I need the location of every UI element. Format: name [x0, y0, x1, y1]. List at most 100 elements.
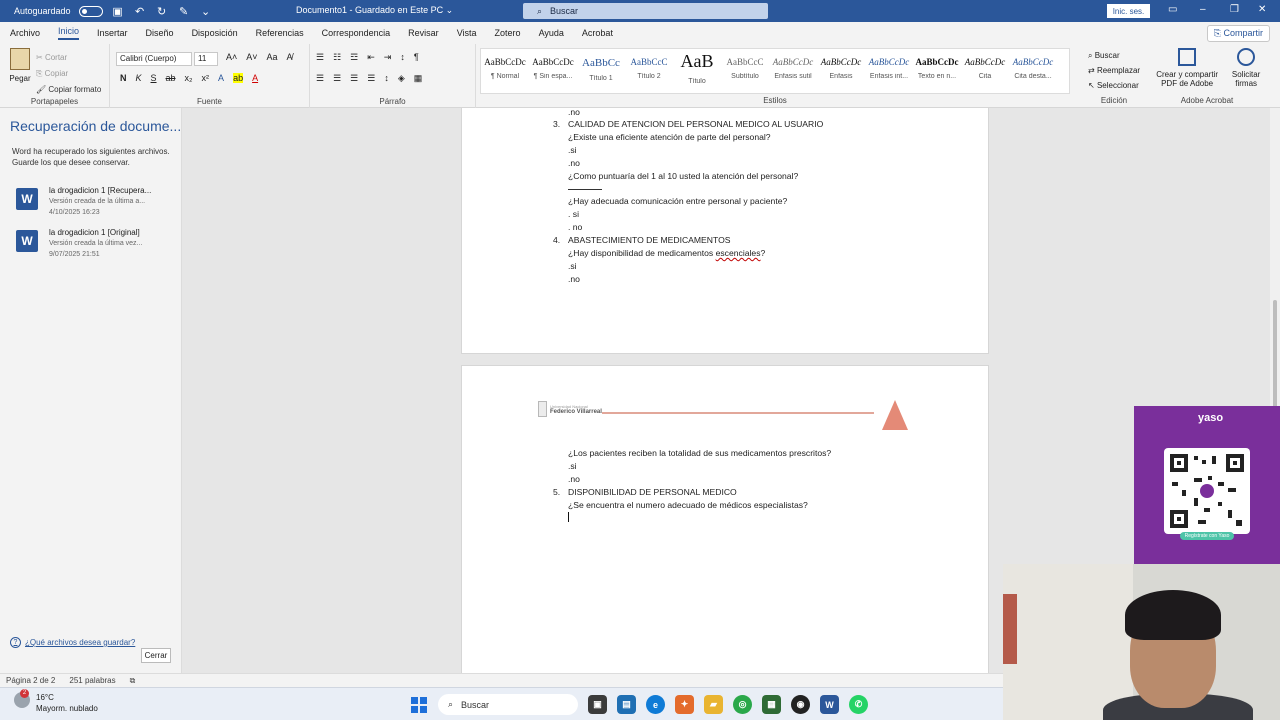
- style-strong[interactable]: AaBbCcDc Texto en n...: [913, 49, 961, 93]
- shading-icon[interactable]: ◈: [398, 73, 405, 84]
- multilevel-list-icon[interactable]: ☲: [350, 52, 358, 63]
- sort-icon[interactable]: ↕: [400, 52, 405, 63]
- decrease-indent-icon[interactable]: ⇤: [367, 52, 375, 63]
- proofing-icon[interactable]: ⧉: [130, 676, 136, 686]
- borders-icon[interactable]: ▦: [414, 73, 423, 84]
- ribbon-display-icon[interactable]: ▭: [1168, 4, 1177, 15]
- whatsapp-icon[interactable]: ✆: [849, 695, 868, 714]
- sign-in-button[interactable]: Inic. ses.: [1107, 4, 1150, 18]
- strikethrough-icon[interactable]: ab: [166, 73, 176, 83]
- tab-correspondencia[interactable]: Correspondencia: [322, 28, 391, 38]
- tab-zotero[interactable]: Zotero: [495, 28, 521, 38]
- document-title[interactable]: Documento1 - Guardado en Este PC ⌄: [296, 5, 453, 16]
- doc-heading[interactable]: ABASTECIMIENTO DE MEDICAMENTOS: [568, 235, 731, 245]
- style-normal[interactable]: AaBbCcDc ¶ Normal: [481, 49, 529, 93]
- clear-format-icon[interactable]: A̸: [287, 52, 293, 62]
- grow-font-icon[interactable]: A˄: [226, 52, 237, 62]
- obs-icon[interactable]: ◉: [791, 695, 810, 714]
- italic-icon[interactable]: K: [136, 73, 142, 83]
- doc-option[interactable]: .si: [568, 145, 577, 155]
- recovery-help-link[interactable]: ? ¿Qué archivos desea guardar?: [10, 637, 135, 648]
- doc-question[interactable]: ¿Hay adecuada comunicación entre persona…: [568, 196, 787, 206]
- document-page[interactable]: .no 3. CALIDAD DE ATENCION DEL PERSONAL …: [461, 108, 989, 354]
- taskbar-search[interactable]: ⌕ Buscar: [438, 694, 578, 715]
- font-name-select[interactable]: Calibri (Cuerpo): [116, 52, 192, 66]
- doc-option[interactable]: .si: [568, 461, 577, 471]
- doc-question[interactable]: ¿Hay disponibilidad de medicamentos esce…: [568, 248, 765, 258]
- doc-option[interactable]: . no: [568, 222, 582, 232]
- restore-icon[interactable]: ❐: [1230, 4, 1239, 15]
- style-emphasis[interactable]: AaBbCcDc Énfasis: [817, 49, 865, 93]
- style-quote[interactable]: AaBbCcDc Cita: [961, 49, 1009, 93]
- tab-disposicion[interactable]: Disposición: [192, 28, 238, 38]
- close-icon[interactable]: ✕: [1258, 4, 1266, 15]
- title-search-box[interactable]: ⌕ Buscar: [523, 3, 768, 19]
- shrink-font-icon[interactable]: A˅: [246, 52, 257, 62]
- start-button[interactable]: [411, 697, 427, 713]
- tab-vista[interactable]: Vista: [457, 28, 477, 38]
- request-signatures-button[interactable]: Solicitar firmas: [1230, 48, 1262, 88]
- align-center-icon[interactable]: ☰: [333, 73, 341, 84]
- edge-icon[interactable]: e: [646, 695, 665, 714]
- doc-question[interactable]: ¿Existe una eficiente atención de parte …: [568, 132, 771, 142]
- doc-question[interactable]: ¿Como puntuaría del 1 al 10 usted la ate…: [568, 171, 798, 181]
- doc-heading[interactable]: DISPONIBILIDAD DE PERSONAL MEDICO: [568, 487, 737, 497]
- word-count[interactable]: 251 palabras: [69, 676, 115, 685]
- increase-indent-icon[interactable]: ⇥: [384, 52, 392, 63]
- share-button[interactable]: ⎘ Compartir: [1206, 25, 1270, 42]
- change-case-icon[interactable]: Aa: [267, 52, 278, 62]
- style-heading-2[interactable]: AaBbCcC Título 2: [625, 49, 673, 93]
- superscript-icon[interactable]: x²: [202, 73, 210, 83]
- align-left-icon[interactable]: ☰: [316, 73, 324, 84]
- numbering-icon[interactable]: ☷: [333, 52, 341, 63]
- style-title[interactable]: AaB Título: [673, 49, 721, 93]
- font-size-select[interactable]: 11: [194, 52, 218, 66]
- align-right-icon[interactable]: ☰: [350, 73, 358, 84]
- subscript-icon[interactable]: x₂: [185, 73, 193, 83]
- cut-button[interactable]: ✂ Cortar: [36, 50, 101, 66]
- tab-inicio[interactable]: Inicio: [58, 26, 80, 40]
- style-no-spacing[interactable]: AaBbCcDc ¶ Sin espa...: [529, 49, 577, 93]
- style-intense-emphasis[interactable]: AaBbCcDc Énfasis int...: [865, 49, 913, 93]
- doc-heading[interactable]: CALIDAD DE ATENCION DEL PERSONAL MEDICO …: [568, 119, 823, 129]
- paste-button[interactable]: Pegar: [8, 48, 32, 83]
- customize-qat-icon[interactable]: ⌄: [199, 5, 213, 18]
- highlight-icon[interactable]: ab: [233, 73, 244, 83]
- bold-icon[interactable]: N: [120, 73, 127, 83]
- recovery-close-button[interactable]: Cerrar: [141, 648, 171, 663]
- redo-icon[interactable]: ↻: [155, 5, 169, 18]
- weather-widget[interactable]: 2 16°C Mayorm. nublado: [14, 689, 98, 714]
- doc-option[interactable]: .no: [568, 158, 580, 168]
- undo-icon[interactable]: ↶: [133, 5, 147, 18]
- style-subtitle[interactable]: AaBbCcC Subtítulo: [721, 49, 769, 93]
- copilot-icon[interactable]: ✦: [675, 695, 694, 714]
- pilcrow-icon[interactable]: ¶: [414, 52, 419, 63]
- create-pdf-button[interactable]: Crear y compartir PDF de Adobe: [1152, 48, 1222, 88]
- recovered-file-item[interactable]: W la drogadicion 1 [Recupera... Versión …: [16, 186, 176, 220]
- style-intense-quote[interactable]: AaBbCcDc Cita desta...: [1009, 49, 1057, 93]
- bullets-icon[interactable]: ☰: [316, 52, 324, 63]
- minimize-icon[interactable]: –: [1200, 4, 1206, 15]
- style-subtle-emphasis[interactable]: AaBbCcDc Énfasis sutil: [769, 49, 817, 93]
- style-heading-1[interactable]: AaBbCc Título 1: [577, 49, 625, 93]
- recovered-file-item[interactable]: W la drogadicion 1 [Original] Versión cr…: [16, 228, 176, 262]
- doc-option[interactable]: .no: [568, 474, 580, 484]
- misspelled-word[interactable]: escenciales: [716, 248, 761, 258]
- tab-insertar[interactable]: Insertar: [97, 28, 128, 38]
- draw-icon[interactable]: ✎: [177, 5, 191, 18]
- text-effects-icon[interactable]: A: [218, 73, 224, 83]
- select-button[interactable]: ↖ Seleccionar: [1088, 78, 1140, 93]
- doc-option[interactable]: .si: [568, 261, 577, 271]
- minecraft-icon[interactable]: ▦: [762, 695, 781, 714]
- copy-button[interactable]: ⎘ Copiar: [36, 66, 101, 82]
- line-spacing-icon[interactable]: ↕: [384, 73, 389, 84]
- page-count[interactable]: Página 2 de 2: [6, 676, 55, 685]
- document-page[interactable]: Universidad Nacional Federico Villarreal…: [461, 365, 989, 673]
- tab-referencias[interactable]: Referencias: [256, 28, 304, 38]
- file-explorer-icon[interactable]: ▰: [704, 695, 723, 714]
- chrome-icon[interactable]: ◎: [733, 695, 752, 714]
- tab-diseno[interactable]: Diseño: [146, 28, 174, 38]
- autosave-toggle[interactable]: [78, 5, 103, 17]
- word-taskbar-icon[interactable]: W: [820, 695, 839, 714]
- replace-button[interactable]: ⇄ Reemplazar: [1088, 63, 1140, 78]
